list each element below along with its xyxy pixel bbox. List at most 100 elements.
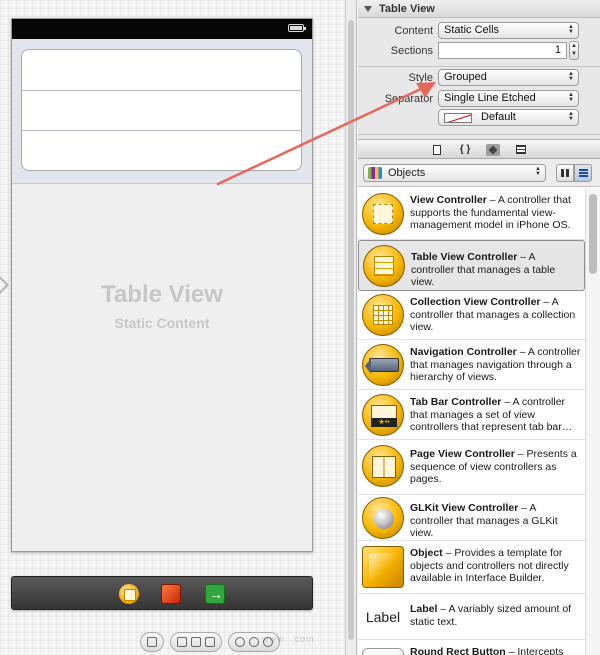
table-view-controller-icon[interactable]	[119, 584, 139, 604]
object-cube-icon	[362, 546, 404, 588]
canvas-scrollbar[interactable]	[345, 0, 357, 655]
content-popup[interactable]: Static Cells ▲ ▼	[438, 22, 579, 39]
list-item-page-view-controller[interactable]: Page View Controller – Presents a sequen…	[358, 440, 585, 495]
view-controller-icon	[362, 193, 404, 235]
inspector-section-header[interactable]: Table View	[358, 0, 600, 18]
scene-dock	[11, 576, 313, 610]
list-item-navigation-controller[interactable]: Navigation Controller – A controller tha…	[358, 340, 585, 390]
separator-value: Single Line Etched	[444, 92, 536, 104]
list-item-text: Round Rect Button – Intercepts	[410, 646, 564, 655]
attributes-inspector: Table View Content Static Cells ▲ ▼ Secti…	[358, 0, 600, 140]
list-item-glkit-view-controller[interactable]: GLKit View Controller – A controller tha…	[358, 495, 585, 541]
status-bar	[12, 19, 312, 39]
list-item-text: GLKit View Controller – A controller tha…	[410, 502, 558, 539]
separator-color-row: Default ▲ ▼	[358, 108, 600, 128]
library-books-icon	[368, 167, 382, 179]
tab-bar-controller-icon	[362, 394, 404, 436]
table-view-placeholder-subtitle: Static Content	[114, 315, 210, 331]
static-cell[interactable]	[22, 50, 301, 91]
list-item-text: Object – Provides a template for objects…	[410, 547, 569, 584]
sections-row: Sections 1 ▲ ▼	[358, 41, 600, 61]
storyboard-canvas[interactable]: Table View Static Content www. .com	[0, 0, 345, 655]
static-cell[interactable]	[22, 131, 301, 170]
library-pane: { } Objects ▲ ▼ View Controller – A contr…	[358, 141, 600, 655]
list-item-text: Page View Controller – Presents a sequen…	[410, 448, 577, 485]
sections-stepper[interactable]: ▲ ▼	[569, 41, 579, 60]
list-icon	[579, 169, 588, 178]
list-item-text: Tab Bar Controller – A controller that m…	[410, 396, 573, 433]
round-rect-button-icon	[362, 648, 404, 655]
canvas-toolbar	[140, 632, 280, 654]
sections-label: Sections	[390, 45, 433, 57]
list-item-text: Navigation Controller – A controller tha…	[410, 346, 581, 383]
content-row: Content Static Cells ▲ ▼	[358, 21, 600, 41]
library-category-value: Objects	[388, 167, 426, 179]
list-item-round-rect-button[interactable]: Round Rect Button – Intercepts	[358, 640, 585, 655]
library-category-select[interactable]: Objects ▲ ▼	[363, 164, 546, 182]
grouped-table[interactable]	[21, 49, 302, 171]
disclosure-triangle-icon[interactable]	[364, 5, 372, 12]
battery-icon	[288, 24, 306, 32]
style-value: Grouped	[444, 71, 487, 83]
page-view-controller-icon	[362, 445, 404, 487]
grid-icon	[561, 169, 569, 177]
style-row: Style Grouped ▲ ▼	[358, 68, 600, 88]
popup-arrows-icon: ▲ ▼	[568, 92, 574, 103]
file-template-tab-icon[interactable]	[430, 144, 444, 156]
content-label: Content	[394, 25, 433, 37]
list-item-label[interactable]: Label Label – A variably sized amount of…	[358, 594, 585, 640]
layout-buttons[interactable]	[170, 632, 222, 652]
table-view-placeholder-title: Table View	[101, 281, 223, 308]
object-library-tab-icon[interactable]	[486, 143, 500, 156]
list-view-button[interactable]	[574, 164, 592, 182]
separator-popup[interactable]: Single Line Etched ▲ ▼	[438, 90, 579, 107]
popup-arrows-icon: ▲ ▼	[535, 166, 541, 177]
device-size-button[interactable]	[140, 632, 164, 652]
exit-icon[interactable]	[205, 584, 225, 604]
separator-row: Separator Single Line Etched ▲ ▼	[358, 89, 600, 109]
color-swatch-icon	[444, 113, 472, 123]
inspector-section-title: Table View	[379, 2, 435, 15]
list-item-tab-bar-controller[interactable]: Tab Bar Controller – A controller that m…	[358, 390, 585, 440]
icon-view-button[interactable]	[556, 164, 574, 182]
media-library-tab-icon[interactable]	[514, 144, 528, 156]
list-item-table-view-controller[interactable]: Table View Controller – A controller tha…	[358, 240, 585, 291]
watermark: www. .com	[262, 634, 315, 644]
separator-color-value: Default	[481, 111, 516, 123]
separator-color-popup[interactable]: Default ▲ ▼	[438, 109, 579, 126]
glkit-view-controller-icon	[362, 497, 404, 539]
separator-label: Separator	[384, 93, 433, 105]
static-cell[interactable]	[22, 91, 301, 132]
popup-arrows-icon: ▲ ▼	[568, 111, 574, 122]
code-snippet-tab-icon[interactable]: { }	[458, 144, 472, 156]
list-item-text: Collection View Controller – A controlle…	[410, 296, 576, 333]
popup-arrows-icon: ▲ ▼	[568, 24, 574, 35]
style-label: Style	[408, 72, 433, 84]
scene-entry-arrow-icon	[0, 274, 9, 296]
collection-view-controller-icon	[362, 294, 404, 336]
scroll-thumb[interactable]	[348, 20, 354, 640]
style-popup[interactable]: Grouped ▲ ▼	[438, 69, 579, 86]
navigation-controller-icon	[362, 344, 404, 386]
table-view-controller-scene[interactable]: Table View Static Content	[11, 18, 313, 552]
library-scrollbar[interactable]	[585, 188, 600, 655]
popup-arrows-icon: ▲ ▼	[568, 71, 574, 82]
library-tab-bar: { }	[358, 141, 600, 159]
list-item-text: Table View Controller – A controller tha…	[411, 251, 556, 288]
scroll-thumb[interactable]	[589, 194, 597, 274]
first-responder-cube-icon[interactable]	[161, 584, 181, 604]
table-view-controller-icon	[363, 245, 405, 287]
divider	[358, 66, 600, 67]
content-value: Static Cells	[444, 24, 500, 36]
sections-field[interactable]: 1	[438, 42, 567, 59]
divider	[358, 134, 600, 135]
list-item-view-controller[interactable]: View Controller – A controller that supp…	[358, 188, 585, 240]
list-item-collection-view-controller[interactable]: Collection View Controller – A controlle…	[358, 291, 585, 340]
library-filter-bar: Objects ▲ ▼	[358, 159, 600, 187]
list-item-text: Label – A variably sized amount of stati…	[410, 603, 572, 628]
list-item-object[interactable]: Object – Provides a template for objects…	[358, 541, 585, 594]
list-item-text: View Controller – A controller that supp…	[410, 194, 571, 231]
label-glyph-icon: Label	[365, 609, 401, 625]
table-grouped-section[interactable]	[12, 39, 312, 184]
object-library-list[interactable]: View Controller – A controller that supp…	[358, 188, 600, 655]
